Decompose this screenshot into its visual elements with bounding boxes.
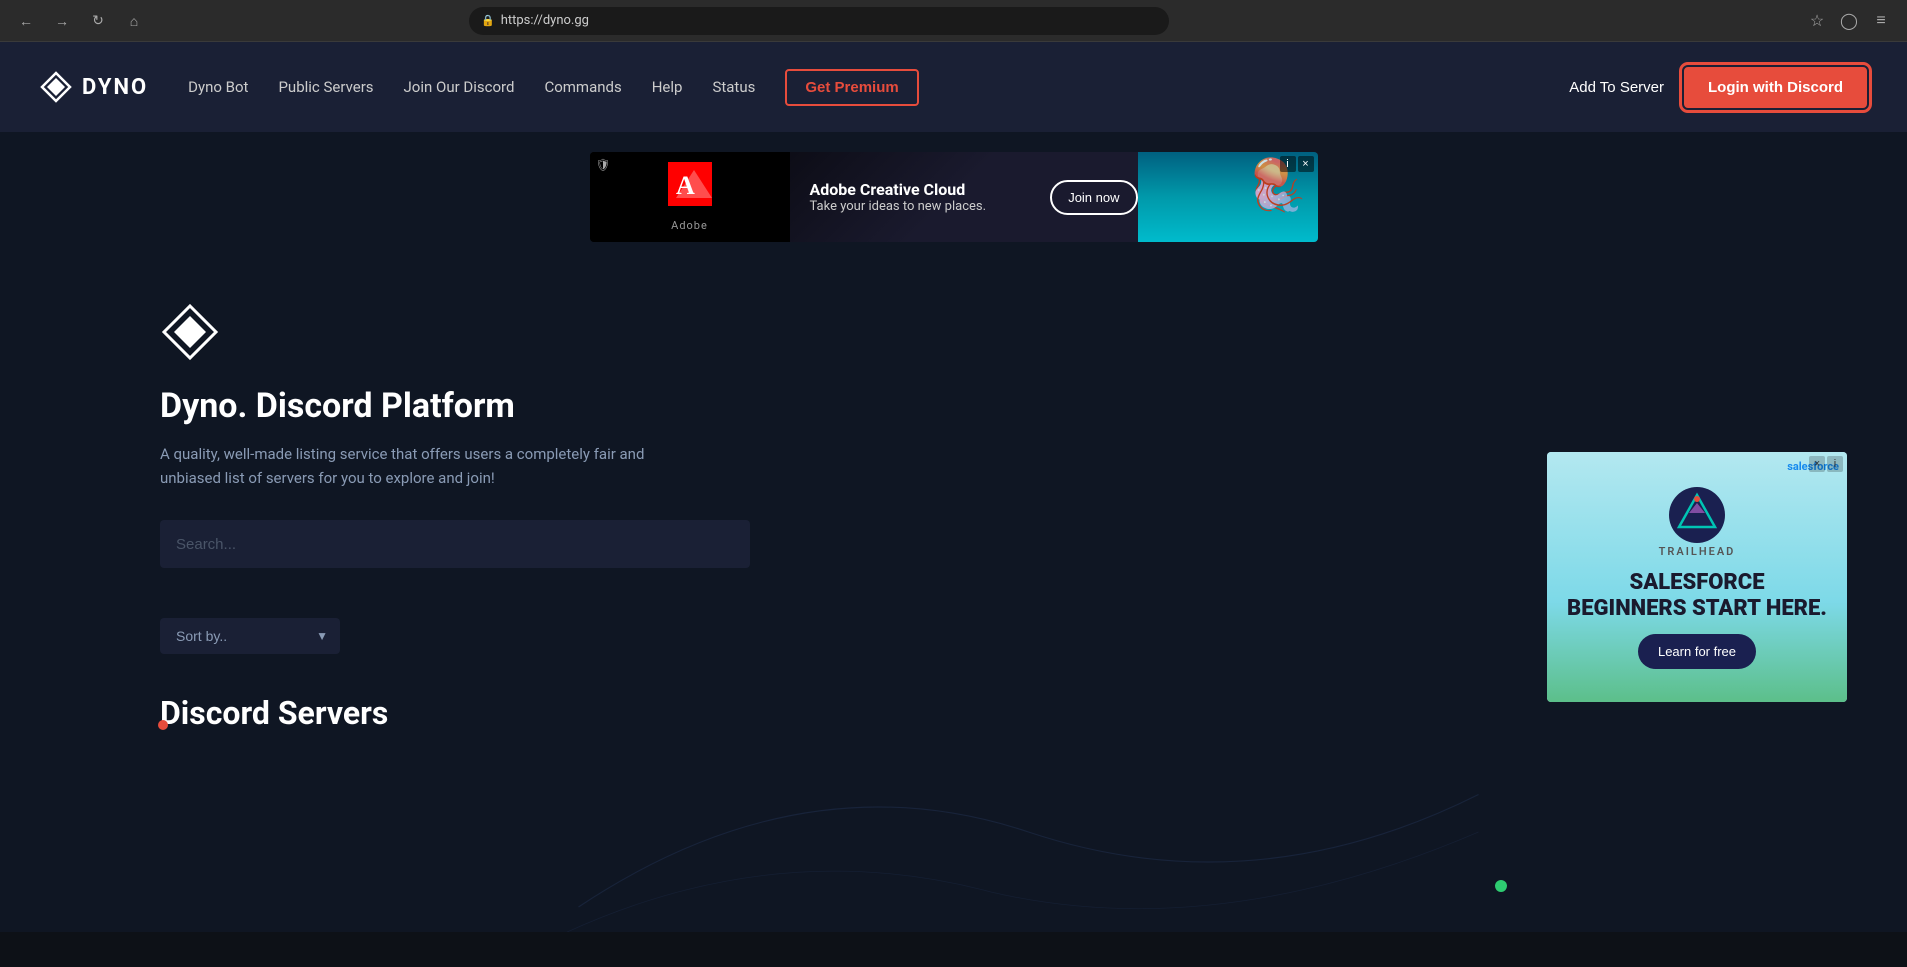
nav-help[interactable]: Help xyxy=(652,78,683,96)
logo-text: DYNO xyxy=(82,75,148,100)
right-ad-cta-button[interactable]: Learn for free xyxy=(1638,634,1756,669)
ad-adobe-middle: Adobe Creative Cloud Take your ideas to … xyxy=(790,180,1051,214)
hero-subtitle: A quality, well-made listing service tha… xyxy=(160,442,680,490)
pocket-button[interactable]: ◯ xyxy=(1835,7,1863,35)
svg-text:A: A xyxy=(676,171,695,200)
navbar-links: Dyno Bot Public Servers Join Our Discord… xyxy=(188,69,1569,106)
logo-link[interactable]: DYNO xyxy=(40,71,148,103)
navbar: DYNO Dyno Bot Public Servers Join Our Di… xyxy=(0,42,1907,132)
url-text: https://dyno.gg xyxy=(501,13,589,28)
nav-status[interactable]: Status xyxy=(712,78,755,96)
login-with-discord-button[interactable]: Login with Discord xyxy=(1684,67,1867,108)
ad-adobe-subtitle: Take your ideas to new places. xyxy=(810,199,1031,214)
ad-banner-inner: 🛡 A Adobe Adobe Creative Cloud Take your… xyxy=(590,152,1318,242)
right-ad-close-button[interactable]: × xyxy=(1809,456,1825,472)
ad-adobe-title: Adobe Creative Cloud xyxy=(810,180,1031,199)
nav-commands[interactable]: Commands xyxy=(544,78,621,96)
main-content: 🛡 A Adobe Adobe Creative Cloud Take your… xyxy=(0,132,1907,932)
search-input[interactable] xyxy=(160,520,750,568)
add-to-server-button[interactable]: Add To Server xyxy=(1569,79,1664,96)
trailhead-logo-icon xyxy=(1667,485,1727,545)
nav-join-discord[interactable]: Join Our Discord xyxy=(404,78,515,96)
right-ad-title: SALESFORCE BEGINNERS START HERE. xyxy=(1567,570,1827,623)
premium-button[interactable]: Get Premium xyxy=(785,69,918,106)
ad-adobe-cta-button[interactable]: Join now xyxy=(1050,180,1137,215)
servers-title: Discord Servers xyxy=(160,694,1747,732)
ad-close-button[interactable]: × xyxy=(1298,156,1314,172)
nav-dyno-bot[interactable]: Dyno Bot xyxy=(188,78,248,96)
sort-wrapper: Sort by.. Most Members Recently Added Mo… xyxy=(160,618,340,654)
sort-dropdown[interactable]: Sort by.. Most Members Recently Added Mo… xyxy=(160,618,340,654)
address-bar[interactable]: 🔒 https://dyno.gg xyxy=(469,7,1169,35)
home-button[interactable]: ⌂ xyxy=(120,7,148,35)
right-ad-info-button[interactable]: i xyxy=(1827,456,1843,472)
dyno-logo-icon xyxy=(40,71,72,103)
adobe-brand-text: Adobe xyxy=(671,219,708,232)
hero-title: Dyno. Discord Platform xyxy=(160,386,1747,426)
title-dot-decoration xyxy=(158,720,168,730)
navbar-right: Add To Server Login with Discord xyxy=(1569,67,1867,108)
refresh-button[interactable]: ↻ xyxy=(84,7,112,35)
ad-banner: 🛡 A Adobe Adobe Creative Cloud Take your… xyxy=(0,132,1907,262)
back-button[interactable]: ← xyxy=(12,7,40,35)
nav-public-servers[interactable]: Public Servers xyxy=(278,78,373,96)
ad-shield-icon: 🛡 xyxy=(596,158,611,172)
browser-chrome: ← → ↻ ⌂ 🔒 https://dyno.gg ☆ ◯ ≡ xyxy=(0,0,1907,42)
adobe-logo-icon: A xyxy=(668,162,712,215)
ad-info-button[interactable]: i xyxy=(1280,156,1296,172)
bookmark-button[interactable]: ☆ xyxy=(1803,7,1831,35)
forward-button[interactable]: → xyxy=(48,7,76,35)
trailhead-brand-text: TRAILHEAD xyxy=(1659,545,1736,558)
green-dot-decoration xyxy=(1495,880,1507,892)
right-ad-inner: salesforce TRAILHEAD SALESFORCE BEGINNER… xyxy=(1547,452,1847,702)
hero-logo-icon xyxy=(160,302,220,362)
right-ad: salesforce TRAILHEAD SALESFORCE BEGINNER… xyxy=(1547,452,1847,702)
menu-button[interactable]: ≡ xyxy=(1867,7,1895,35)
lock-icon: 🔒 xyxy=(481,14,495,27)
ad-adobe-left: A Adobe xyxy=(590,152,790,242)
browser-right-controls: ☆ ◯ ≡ xyxy=(1803,7,1895,35)
page-container: DYNO Dyno Bot Public Servers Join Our Di… xyxy=(0,42,1907,932)
